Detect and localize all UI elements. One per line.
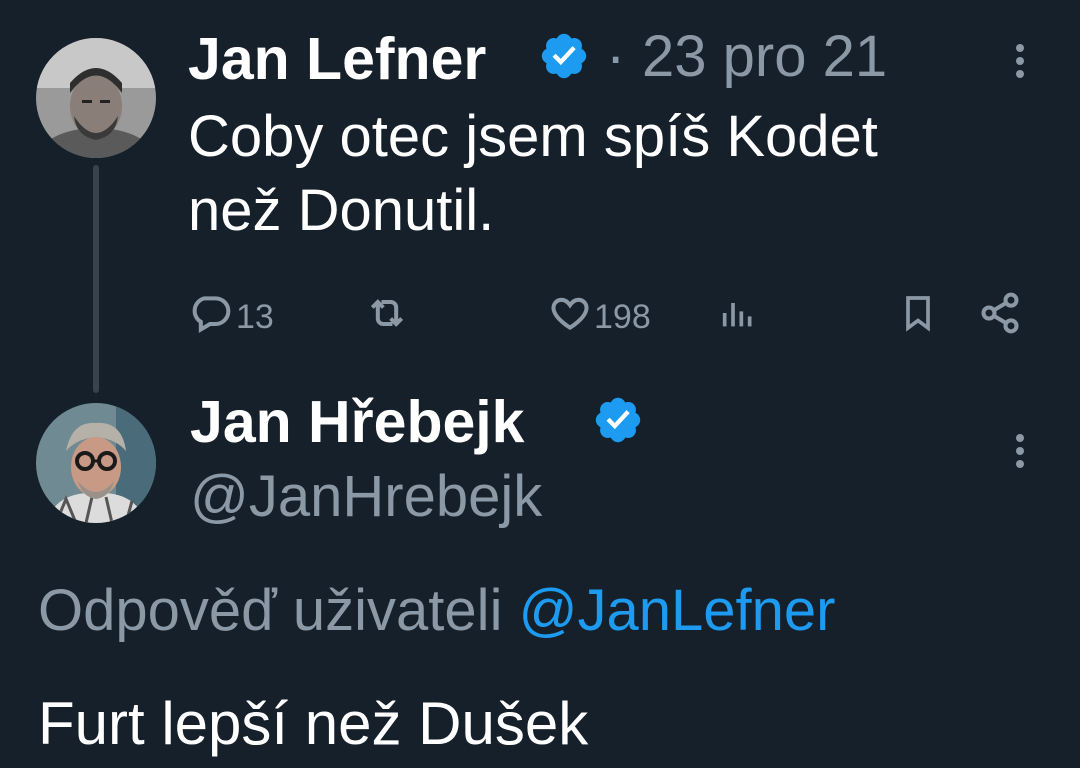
avatar-jan-lefner[interactable]: [36, 38, 156, 158]
share-icon: [978, 291, 1022, 344]
tweet2-author-name[interactable]: Jan Hřebejk: [190, 393, 525, 452]
views-chart-icon: [718, 291, 758, 344]
bookmark-button[interactable]: [898, 292, 938, 342]
tweet1-text-line2: než Donutil.: [188, 178, 495, 244]
reply-icon: [188, 291, 232, 344]
tweet1-action-bar: 13 198: [188, 292, 1028, 342]
tweet1-text-line1: Coby otec jsem spíš Kodet: [188, 104, 878, 169]
tweet1-more-options-icon[interactable]: [1008, 42, 1032, 87]
tweet2-more-options-icon[interactable]: [1008, 432, 1032, 477]
like-count: 198: [594, 297, 651, 336]
reply-button[interactable]: 13: [188, 292, 274, 342]
views-button[interactable]: [718, 292, 758, 342]
tweet1-text: Coby otec jsem spíš Kodet než Donutil.: [188, 100, 878, 248]
bookmark-icon: [898, 291, 938, 344]
like-button[interactable]: 198: [548, 292, 651, 342]
tweet1-separator: ·: [606, 24, 626, 89]
retweet-icon: [364, 291, 410, 344]
thread-connector-line: [93, 165, 99, 393]
tweet1-author-name[interactable]: Jan Lefner: [188, 30, 486, 89]
share-button[interactable]: [978, 292, 1022, 342]
retweet-button[interactable]: [364, 292, 410, 342]
tweet2-text: Furt lepší než Dušek: [38, 690, 589, 757]
reply-context-prefix: Odpověď uživateli: [38, 578, 503, 643]
reply-to-handle-link[interactable]: @JanLefner: [519, 578, 836, 643]
verified-badge-icon: [538, 30, 590, 87]
verified-badge-icon: [592, 394, 644, 451]
tweet1-date[interactable]: 23 pro 21: [642, 28, 887, 86]
heart-icon: [548, 291, 592, 344]
reply-context: Odpověď uživateli @JanLefner: [38, 582, 835, 640]
avatar-jan-hrebejk[interactable]: [36, 403, 156, 523]
tweet2-handle[interactable]: @JanHrebejk: [190, 468, 542, 526]
reply-count: 13: [236, 297, 274, 336]
